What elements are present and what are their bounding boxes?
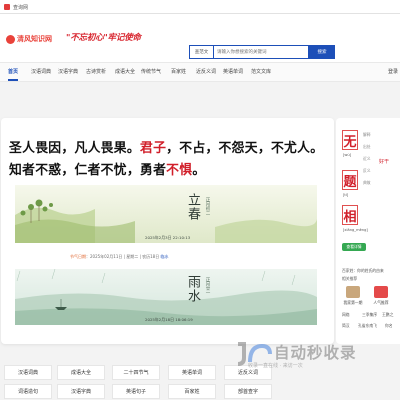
idiom-meta: 反义 (363, 168, 371, 173)
daily-quote: 圣人畏因，凡人畏果。君子，不占，不怨天，不尤人。知者不惑，仁者不忧，勇者不惧。 (9, 138, 329, 182)
nav-item[interactable]: 首页 (8, 63, 19, 81)
search-input[interactable] (213, 45, 309, 59)
bottom-link[interactable]: 汉语字典 (57, 384, 105, 399)
lunar-date: 正月初二 (205, 197, 210, 215)
quote-text: 。 (192, 163, 206, 178)
nav-item[interactable]: 近反义词 (196, 63, 216, 81)
recommend-label: 人气推荐 (373, 300, 389, 305)
solar-term-info: 节气日期：2025年02月11日 | 星期二 | 农历18日 临水 (70, 254, 169, 260)
bottom-link[interactable]: 英语句子 (112, 384, 160, 399)
lunar-date: 正月廿一 (205, 277, 210, 295)
idiom-char[interactable]: 题 (342, 170, 358, 190)
recommend-thumbnail (346, 286, 360, 298)
browser-tab-bar: 查询网 (0, 0, 400, 14)
idiom-char[interactable]: 相 (342, 205, 358, 225)
related-link[interactable]: 你名 (385, 323, 393, 329)
idiom-side-note: 好干 (379, 159, 390, 165)
info-text: ：2025年02月11日 | 星期二 | 农历18日 (86, 254, 160, 259)
bottom-link[interactable]: 二十四节气 (112, 365, 160, 380)
site-header: 清风知识网 "不忘初心"牢记使命 查范文 搜索 (0, 14, 400, 62)
solar-term-banner[interactable]: 雨水 正月廿一 2025年2月18日 18:06:19 (15, 269, 317, 325)
logo-text: 清风知识网 (17, 35, 52, 43)
quote-highlight[interactable]: 不惧 (166, 163, 192, 178)
nav-item[interactable]: 汉语字典 (58, 63, 78, 81)
idiom-meta: 典故 (363, 180, 371, 185)
related-subtitle: 相关推荐 (342, 276, 358, 281)
nav-item[interactable]: 汉语词典 (31, 63, 51, 81)
related-title[interactable]: 百家姓：你的姓氏的由来 (342, 268, 384, 274)
favicon-icon (4, 4, 10, 10)
slogan-banner: "不忘初心"牢记使命 (66, 33, 141, 43)
idiom-meta: 出处 (363, 144, 371, 149)
idiom-pinyin: [tí] (343, 193, 349, 197)
bottom-link[interactable]: 词语造句 (4, 384, 52, 399)
main-nav: 首页 汉语词典 汉语字典 古诗赏析 成语大全 传统节气 百家姓 近反义词 英语单词 范文文库 登录 (0, 62, 400, 82)
recommend-label: 我家第一期 (343, 300, 363, 305)
tab-title: 查询网 (13, 4, 29, 11)
idiom-meta: 近义 (363, 156, 371, 161)
related-link[interactable]: 孔雀东南飞 (358, 323, 377, 329)
bottom-link[interactable]: 部首查字 (224, 384, 272, 399)
nav-item[interactable]: 传统节气 (141, 63, 161, 81)
nav-item[interactable]: 登录 (388, 63, 398, 81)
nav-item[interactable]: 范文文库 (251, 63, 271, 81)
idiom-char[interactable]: 无 (342, 130, 358, 150)
recommend-item[interactable]: 我家第一期 (342, 286, 364, 306)
related-link[interactable]: 网络 (342, 312, 350, 318)
info-label: 节气日期 (70, 254, 86, 259)
recommend-thumbnail (374, 286, 388, 298)
watermark: 自动秒收录 收录一直在线 · 来访一次 (230, 338, 380, 378)
bottom-link[interactable]: 汉语词典 (4, 365, 52, 380)
watermark-text: 自动秒收录 (274, 344, 357, 362)
idiom-pinyin: [xiāng_mèng] (343, 228, 368, 232)
site-logo[interactable]: 清风知识网 (6, 34, 52, 44)
related-link[interactable]: 王鹏之 (382, 312, 393, 318)
search-type-select[interactable]: 查范文 (189, 45, 213, 59)
nav-item[interactable]: 英语单词 (223, 63, 243, 81)
bottom-link[interactable]: 英语单词 (168, 365, 216, 380)
recommend-item[interactable]: 人气推荐 (370, 286, 392, 306)
logo-icon (6, 34, 15, 44)
nav-item[interactable]: 百家姓 (171, 63, 186, 81)
solar-term-name: 雨水 (185, 275, 200, 303)
idiom-detail-button[interactable]: 查看详情 (342, 243, 366, 251)
solar-term-name: 立春 (185, 193, 200, 221)
browser-tab[interactable]: 查询网 (0, 0, 60, 14)
idiom-pinyin: [wú] (343, 153, 352, 157)
nav-item[interactable]: 古诗赏析 (86, 63, 106, 81)
quote-text: 圣人畏因，凡人畏果。 (9, 141, 140, 156)
idiom-meta: 解释 (363, 132, 371, 137)
solar-term-banner[interactable]: 立春 正月初二 2025年2月3日 22:10:13 (15, 185, 317, 243)
bottom-link[interactable]: 百家姓 (168, 384, 216, 399)
search-button[interactable]: 搜索 (309, 45, 335, 59)
quote-highlight[interactable]: 君子 (140, 141, 166, 156)
info-link[interactable]: 临水 (161, 254, 169, 259)
solar-term-date: 2025年2月18日 18:06:19 (145, 317, 193, 322)
solar-term-date: 2025年2月3日 22:10:13 (145, 235, 191, 240)
related-link[interactable]: 三季集序 (362, 312, 377, 318)
related-link[interactable]: 简汉 (342, 323, 350, 329)
watermark-subtext: 收录一直在线 · 来访一次 (248, 363, 303, 369)
nav-item[interactable]: 成语大全 (115, 63, 135, 81)
bottom-link[interactable]: 成语大全 (57, 365, 105, 380)
